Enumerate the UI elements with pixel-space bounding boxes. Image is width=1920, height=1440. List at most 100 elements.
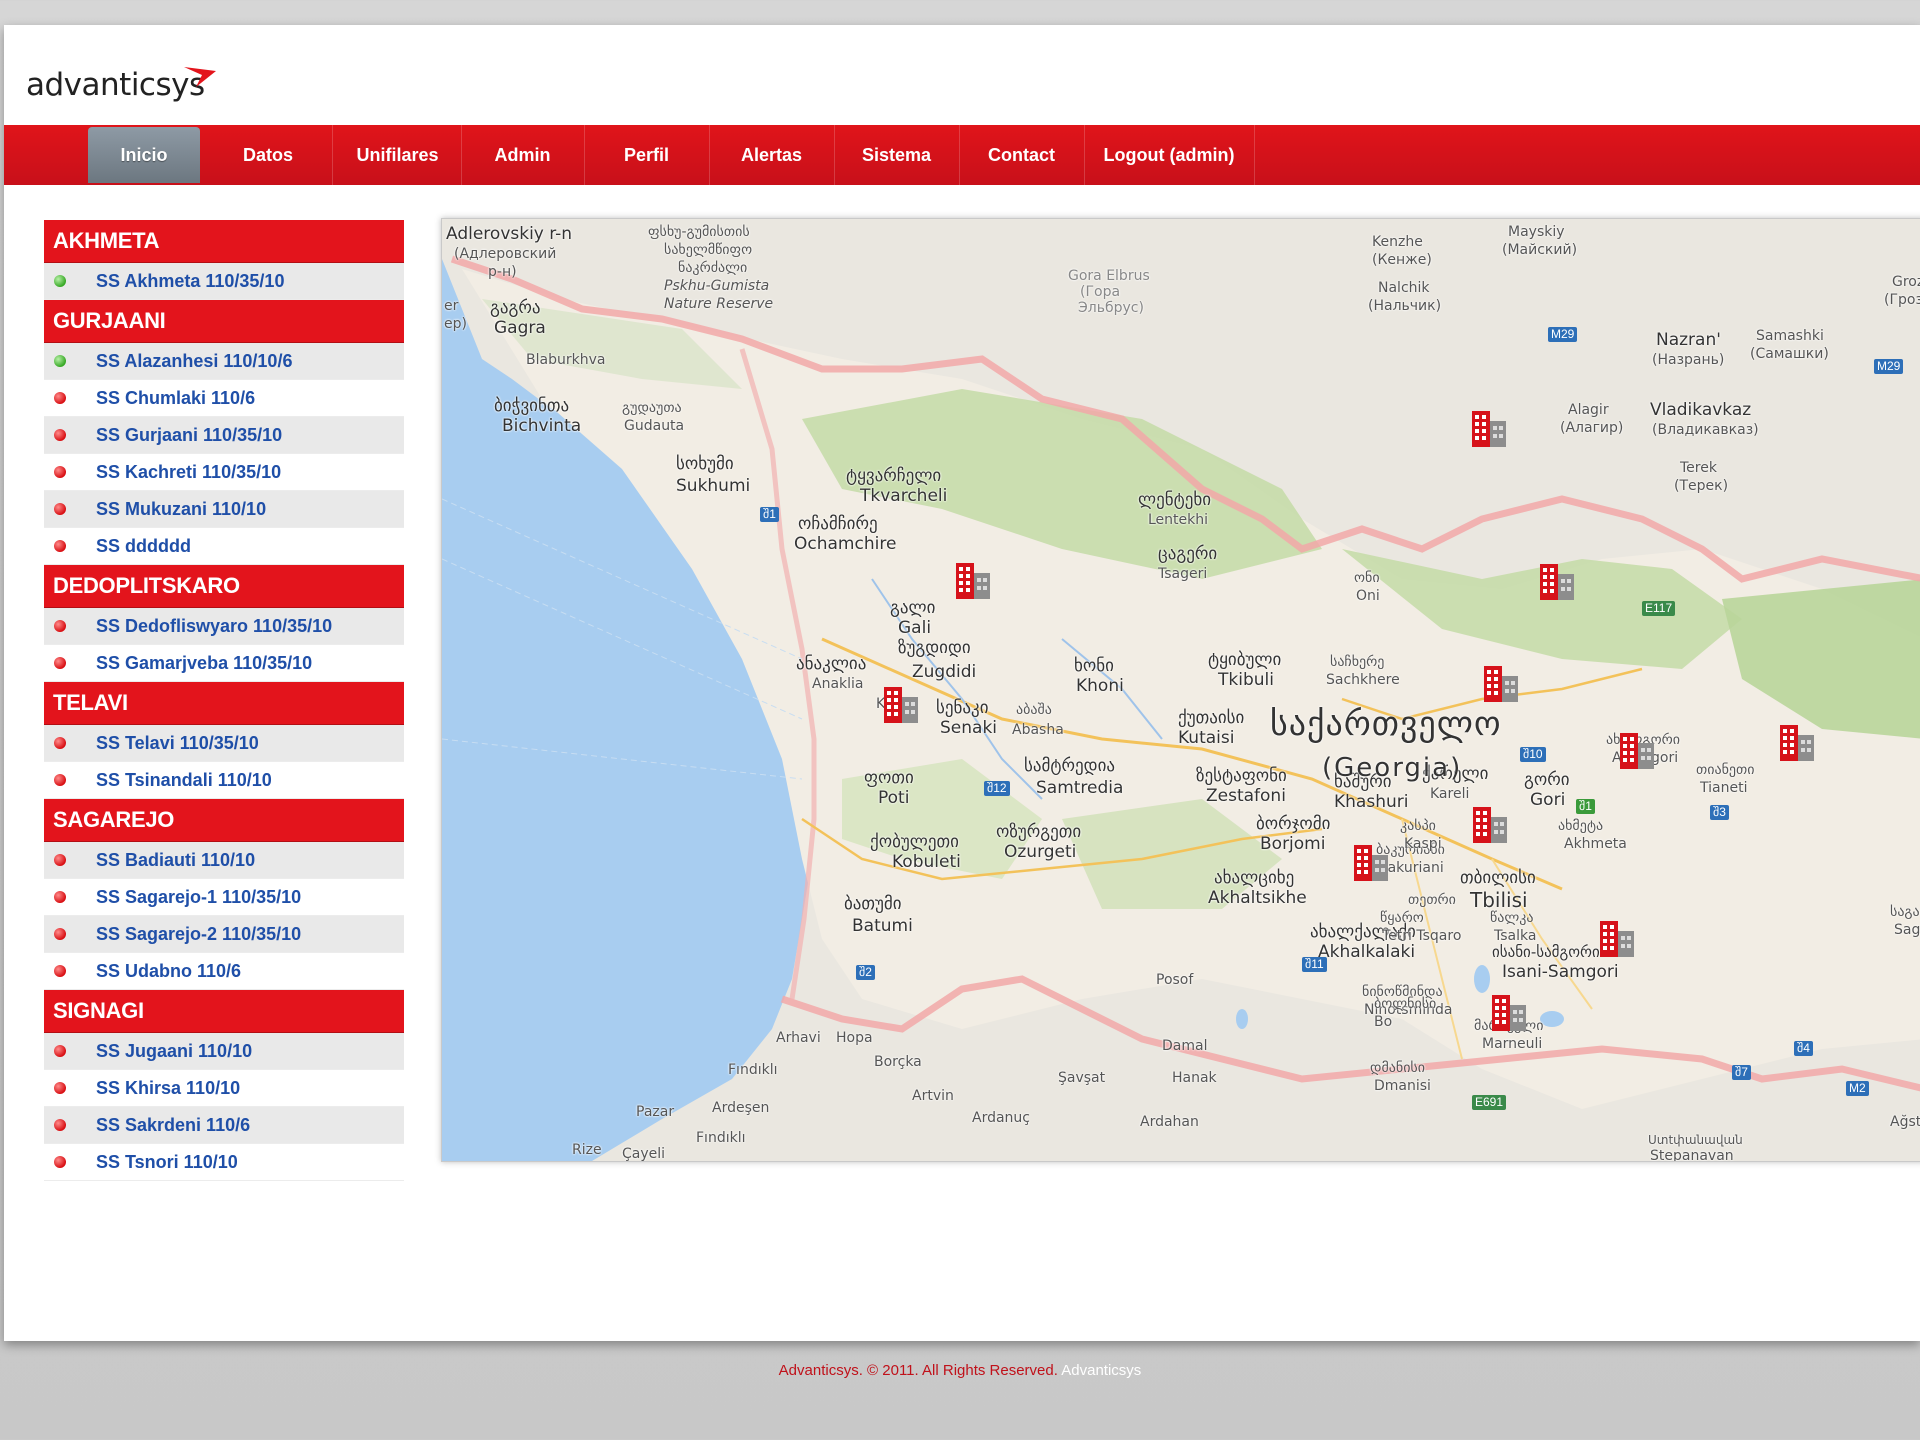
nav-perfil[interactable]: Perfil (584, 125, 710, 185)
substation-item[interactable]: SS Tsinandali 110/10 (44, 762, 404, 799)
map-label: ქობულეთი (870, 832, 959, 852)
status-red-icon (54, 392, 66, 404)
map-label: Khoni (1076, 676, 1124, 696)
group-header-signagi[interactable]: SIGNAGI (44, 990, 404, 1033)
map-label: ფსხუ-გუმისთის (648, 224, 750, 240)
nav-datos[interactable]: Datos (204, 125, 333, 185)
substation-building-icon[interactable] (1470, 409, 1508, 449)
map-label: წყარო (1380, 910, 1424, 926)
substation-item[interactable]: SS Kachreti 110/35/10 (44, 454, 404, 491)
map-label: Gali (898, 618, 932, 638)
map-label: ზესტაფონი (1196, 766, 1287, 786)
map-label: Fındıklı (728, 1062, 778, 1078)
substation-building-icon[interactable] (1778, 723, 1816, 763)
map-label: Poti (878, 788, 910, 808)
status-red-icon (54, 737, 66, 749)
map-label: Abasha (1012, 722, 1064, 738)
nav-contact[interactable]: Contact (959, 125, 1085, 185)
map-label: Senaki (940, 718, 998, 738)
substation-item[interactable]: SS Telavi 110/35/10 (44, 725, 404, 762)
status-red-icon (54, 928, 66, 940)
status-red-icon (54, 774, 66, 786)
substation-sidebar: AKHMETA SS Akhmeta 110/35/10 GURJAANI SS Al… (44, 220, 404, 1181)
road-shield: შ2 (856, 965, 875, 980)
map-label: ახალციხე (1214, 868, 1295, 888)
status-green-icon (54, 275, 66, 287)
map-view[interactable]: Adlerovskiy r-n (Адлеровский р-н) ფსხუ-გ… (441, 218, 1920, 1162)
substation-label: SS Akhmeta 110/35/10 (96, 271, 285, 291)
substation-item[interactable]: SS Sagarejo-2 110/35/10 (44, 916, 404, 953)
substation-building-icon[interactable] (1352, 843, 1390, 883)
group-header-sagarejo[interactable]: SAGAREJO (44, 799, 404, 842)
substation-item[interactable]: SS dddddd (44, 528, 404, 565)
footer-link[interactable]: Advanticsys (1061, 1362, 1141, 1379)
substation-building-icon[interactable] (882, 685, 920, 725)
map-label: ახმეტა (1558, 818, 1604, 834)
map-label: თეთრი (1408, 892, 1456, 908)
substation-item[interactable]: SS Udabno 110/6 (44, 953, 404, 990)
substation-item[interactable]: SS Sagarejo-1 110/35/10 (44, 879, 404, 916)
substation-item[interactable]: SS Jugaani 110/10 (44, 1033, 404, 1070)
substation-label: SS Sagarejo-1 110/35/10 (96, 887, 302, 907)
substation-building-icon[interactable] (1471, 805, 1509, 845)
map-label: Dmanisi (1374, 1078, 1431, 1094)
substation-building-icon[interactable] (1482, 664, 1520, 704)
map-label: (Майский) (1502, 242, 1578, 258)
substation-item[interactable]: SS Khirsa 110/10 (44, 1070, 404, 1107)
substation-item[interactable]: SS Dedofliswyaro 110/35/10 (44, 608, 404, 645)
map-label: Anaklia (812, 676, 864, 692)
substation-item[interactable]: SS Chumlaki 110/6 (44, 380, 404, 417)
map-label: ოზურგეთი (996, 822, 1082, 842)
substation-item[interactable]: SS Tsnori 110/10 (44, 1144, 404, 1181)
nav-logout-admin[interactable]: Logout (admin) (1084, 125, 1255, 185)
status-red-icon (54, 620, 66, 632)
map-label: Rize (572, 1142, 602, 1158)
substation-label: SS Udabno 110/6 (96, 961, 242, 981)
nav-inicio[interactable]: Inicio (88, 127, 200, 183)
map-label: ბორჯომი (1256, 814, 1331, 834)
map-label: საჩხერე (1330, 654, 1385, 670)
status-red-icon (54, 540, 66, 552)
substation-building-icon[interactable] (1598, 919, 1636, 959)
group-header-dedoplitskaro[interactable]: DEDOPLITSKARO (44, 565, 404, 608)
substation-building-icon[interactable] (1490, 993, 1528, 1033)
substation-label: SS Kachreti 110/35/10 (96, 462, 282, 482)
substation-building-icon[interactable] (1538, 562, 1576, 602)
map-label: Tbilisi (1470, 888, 1528, 912)
map-label: გაგრა (490, 298, 541, 318)
substation-building-icon[interactable] (954, 561, 992, 601)
nav-unifilares[interactable]: Unifilares (334, 125, 462, 185)
map-label: Tkvarcheli (860, 486, 948, 506)
substation-item[interactable]: SS Gamarjveba 110/35/10 (44, 645, 404, 682)
substation-label: SS Gurjaani 110/35/10 (96, 425, 283, 445)
advanticsys-logo[interactable]: advanticsys (26, 67, 216, 111)
nav-alertas[interactable]: Alertas (709, 125, 835, 185)
map-label: Batumi (852, 916, 913, 936)
substation-item[interactable]: SS Akhmeta 110/35/10 (44, 263, 404, 300)
status-red-icon (54, 503, 66, 515)
substation-item[interactable]: SS Alazanhesi 110/10/6 (44, 343, 404, 380)
map-label: Tkibuli (1218, 670, 1274, 690)
group-header-gurjaani[interactable]: GURJAANI (44, 300, 404, 343)
nav-admin[interactable]: Admin (461, 125, 585, 185)
map-label: Lentekhi (1148, 512, 1209, 528)
substation-item[interactable]: SS Sakrdeni 110/6 (44, 1107, 404, 1144)
map-label: er (444, 298, 459, 314)
substation-building-icon[interactable] (1618, 731, 1656, 771)
map-label: Bo (1374, 1014, 1393, 1030)
map-label: ბათუმი (844, 894, 902, 914)
group-header-telavi[interactable]: TELAVI (44, 682, 404, 725)
nav-sistema[interactable]: Sistema (834, 125, 960, 185)
substation-item[interactable]: SS Badiauti 110/10 (44, 842, 404, 879)
map-label: Kareli (1430, 786, 1470, 802)
substation-item[interactable]: SS Mukuzani 110/10 (44, 491, 404, 528)
substation-label: SS Chumlaki 110/6 (96, 388, 256, 408)
map-label: Ardeşen (712, 1100, 770, 1116)
map-label: კასპი (1400, 818, 1436, 834)
substation-label: SS Sagarejo-2 110/35/10 (96, 924, 302, 944)
status-red-icon (54, 657, 66, 669)
map-label: ცაგერი (1158, 544, 1218, 564)
group-header-akhmeta[interactable]: AKHMETA (44, 220, 404, 263)
map-label: Vladikavkaz (1650, 400, 1752, 420)
substation-item[interactable]: SS Gurjaani 110/35/10 (44, 417, 404, 454)
